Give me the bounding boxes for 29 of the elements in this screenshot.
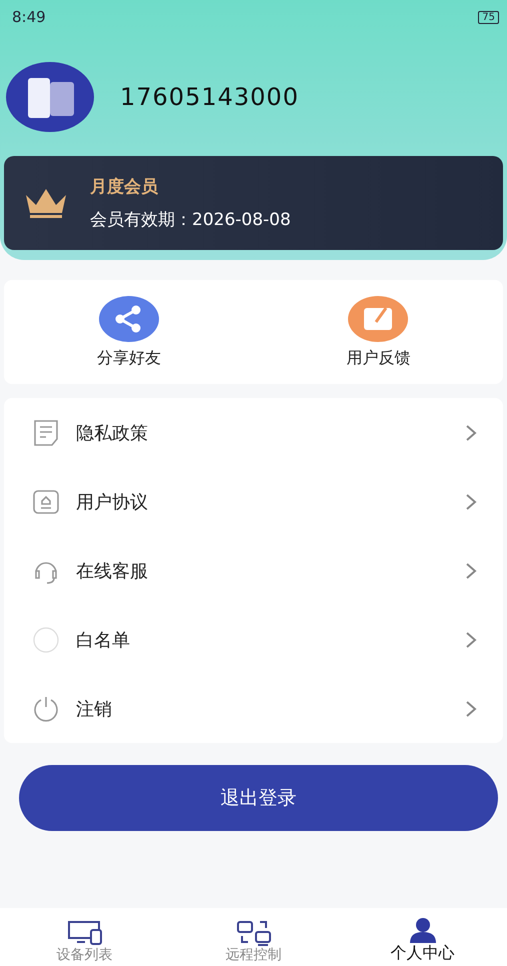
membership-expiry: 会员有效期：2026-08-08: [90, 209, 291, 231]
document-icon: [32, 418, 60, 446]
chevron-icon: [465, 424, 477, 442]
membership-title: 月度会员: [90, 176, 159, 198]
action-button[interactable]: 用户反馈: [254, 280, 503, 384]
power-icon: [32, 694, 60, 722]
circle-icon: [32, 626, 60, 654]
battery-level: 75: [478, 10, 499, 24]
phone-number: 17605143000: [120, 83, 299, 111]
crown-icon: [24, 187, 68, 219]
avatar-icon: [6, 62, 94, 132]
logout-button[interactable]: 退出登录: [19, 765, 498, 831]
chevron-icon: [465, 700, 477, 718]
chevron-icon: [465, 492, 477, 510]
badge-icon: [32, 488, 60, 516]
menu-item[interactable]: 在线客服: [4, 536, 503, 605]
share-icon: [98, 296, 159, 342]
menu-item[interactable]: 注销: [4, 674, 503, 743]
chevron-icon: [465, 562, 477, 580]
edit-icon: [348, 296, 408, 342]
action-button[interactable]: 分享好友: [4, 280, 254, 384]
menu-item[interactable]: 用户协议: [4, 467, 503, 536]
chevron-icon: [465, 630, 477, 648]
nav-tab[interactable]: 个人中心: [338, 908, 507, 966]
menu-item[interactable]: 隐私政策: [4, 398, 503, 467]
nav-tab[interactable]: 设备列表: [0, 908, 169, 966]
menu-item[interactable]: 白名单: [4, 605, 503, 674]
status-time: 8:49: [12, 8, 46, 26]
nav-tab[interactable]: 远程控制: [169, 908, 338, 966]
